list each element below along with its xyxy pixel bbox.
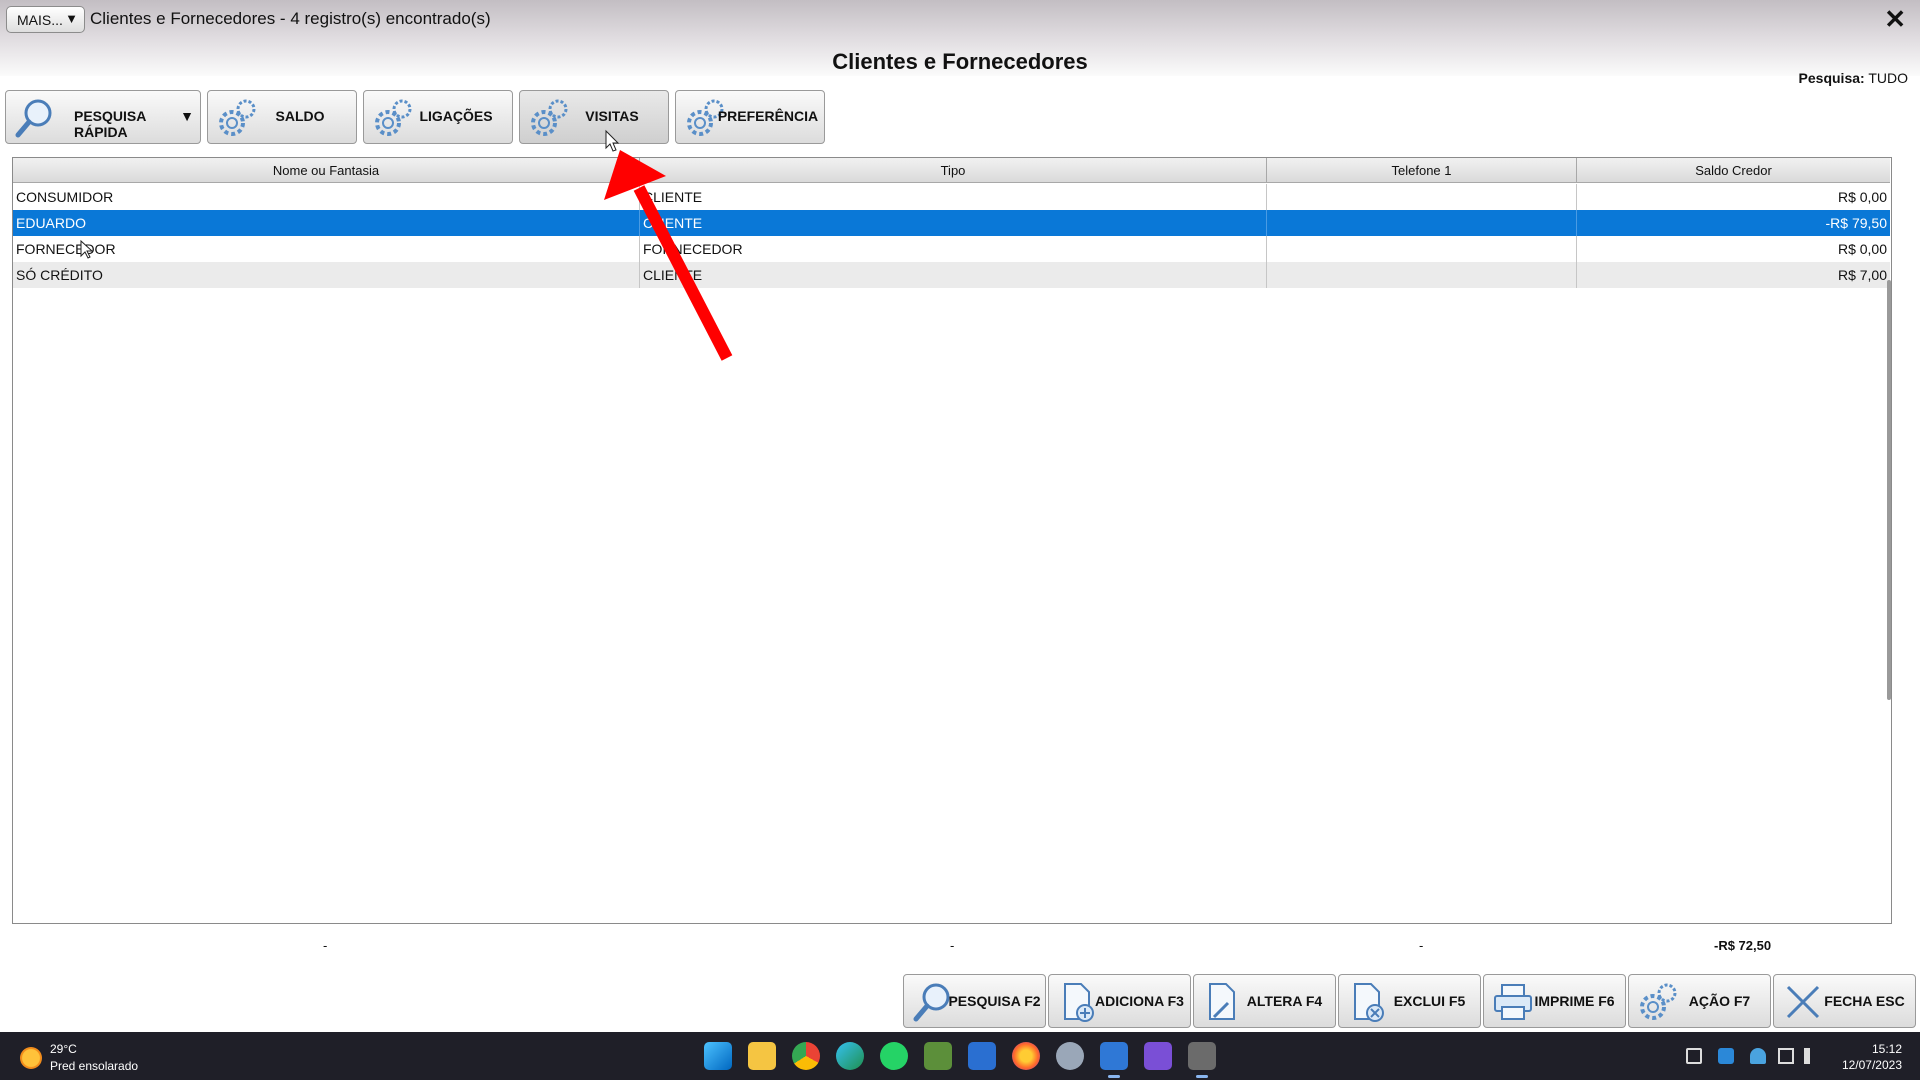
cell-saldo: -R$ 79,50 — [1825, 215, 1887, 231]
table-row[interactable]: CONSUMIDOR CLIENTE R$ 0,00 — [13, 184, 1890, 210]
altera-button[interactable]: ALTERA F4 — [1193, 974, 1336, 1028]
imprime-button[interactable]: IMPRIME F6 — [1483, 974, 1626, 1028]
acao-label: AÇÃO F7 — [1688, 993, 1751, 1009]
table-row[interactable]: FORNECEDOR FORNECEDOR R$ 0,00 — [13, 236, 1890, 262]
sun-icon — [20, 1047, 42, 1069]
fecha-label: FECHA ESC — [1824, 993, 1905, 1009]
mais-menu-label: MAIS... — [17, 11, 63, 28]
ligacoes-label: LIGAÇÕES — [419, 108, 493, 124]
table-header: Nome ou Fantasia Tipo Telefone 1 Saldo C… — [13, 158, 1890, 183]
cell-saldo: R$ 0,00 — [1837, 241, 1887, 257]
preferencia-button[interactable]: PREFERÊNCIA — [675, 90, 825, 144]
cloud-icon[interactable] — [1750, 1048, 1766, 1064]
erp-app-icon[interactable] — [1188, 1042, 1216, 1078]
imprime-label: IMPRIME F6 — [1534, 993, 1615, 1009]
column-header-tipo[interactable]: Tipo — [640, 158, 1267, 183]
clock-time: 15:12 — [1871, 1042, 1902, 1056]
search-scope-label: Pesquisa: — [1798, 70, 1865, 86]
cell-telefone — [1267, 210, 1577, 236]
network-icon[interactable] — [1778, 1048, 1794, 1064]
vertical-scrollbar[interactable] — [1887, 280, 1891, 700]
firefox-icon[interactable] — [1012, 1042, 1040, 1070]
remote-app-icon[interactable] — [968, 1042, 996, 1070]
volume-icon[interactable] — [1804, 1048, 1820, 1064]
exclui-button[interactable]: EXCLUI F5 — [1338, 974, 1481, 1028]
search-scope-value: TUDO — [1868, 70, 1908, 86]
weather-condition: Pred ensolarado — [50, 1059, 139, 1073]
settings-icon[interactable] — [1056, 1042, 1084, 1070]
quick-search-label: PESQUISA RÁPIDA — [74, 108, 146, 140]
saldo-label: SALDO — [275, 108, 325, 124]
taskbar: 29°C Pred ensolarado 15:12 12/07/2023 — [0, 1032, 1920, 1080]
whatsapp-icon[interactable] — [880, 1042, 908, 1070]
cell-tipo: FORNECEDOR — [640, 236, 1267, 262]
pesquisa-label: PESQUISA F2 — [948, 993, 1041, 1009]
cell-nome: EDUARDO — [13, 210, 640, 236]
column-header-telefone[interactable]: Telefone 1 — [1267, 158, 1577, 183]
notepad-icon[interactable] — [1100, 1042, 1128, 1078]
quick-search-button[interactable]: PESQUISA RÁPIDA ▼ — [5, 90, 201, 144]
cell-saldo: R$ 0,00 — [1837, 189, 1887, 205]
weather-temperature: 29°C — [50, 1042, 77, 1056]
file-explorer-icon[interactable] — [748, 1042, 776, 1070]
cell-telefone — [1267, 236, 1577, 262]
cell-tipo: CLIENTE — [640, 210, 1267, 236]
title-bar: MAIS... ▼ Clientes e Fornecedores - 4 re… — [0, 0, 1920, 86]
chevron-down-icon: ▼ — [65, 11, 78, 26]
chrome-icon[interactable] — [792, 1042, 820, 1070]
window-title: Clientes e Fornecedores - 4 registro(s) … — [90, 9, 491, 28]
preferencia-label: PREFERÊNCIA — [717, 108, 819, 124]
total-telefone: - — [1419, 938, 1424, 953]
records-table: Nome ou Fantasia Tipo Telefone 1 Saldo C… — [12, 157, 1892, 924]
adiciona-button[interactable]: ADICIONA F3 — [1048, 974, 1191, 1028]
table-row[interactable]: SÓ CRÉDITO CLIENTE R$ 7,00 — [13, 262, 1890, 288]
cell-nome: CONSUMIDOR — [13, 184, 640, 210]
video-app-icon[interactable] — [1144, 1042, 1172, 1070]
saldo-button[interactable]: SALDO — [207, 90, 357, 144]
total-tipo: - — [950, 938, 955, 953]
cell-nome: SÓ CRÉDITO — [13, 262, 640, 288]
fecha-button[interactable]: FECHA ESC — [1773, 974, 1916, 1028]
total-saldo: -R$ 72,50 — [1714, 938, 1772, 953]
ligacoes-button[interactable]: LIGAÇÕES — [363, 90, 513, 144]
shield-icon[interactable] — [1718, 1048, 1734, 1064]
cell-nome: FORNECEDOR — [13, 236, 640, 262]
mais-menu-button[interactable]: MAIS... ▼ — [6, 6, 85, 33]
total-nome: - — [323, 938, 328, 953]
cell-saldo: R$ 7,00 — [1837, 267, 1887, 283]
clock-date: 12/07/2023 — [1841, 1058, 1902, 1072]
spreadsheet-app-icon[interactable] — [924, 1042, 952, 1070]
page-title: Clientes e Fornecedores — [832, 49, 1088, 74]
usb-icon[interactable] — [1686, 1048, 1702, 1064]
column-header-nome[interactable]: Nome ou Fantasia — [13, 158, 640, 183]
windows-start-icon[interactable] — [704, 1042, 732, 1070]
search-icon — [15, 99, 52, 138]
cell-tipo: CLIENTE — [640, 184, 1267, 210]
visitas-button[interactable]: VISITAS — [519, 90, 669, 144]
cell-telefone — [1267, 184, 1577, 210]
cell-telefone — [1267, 262, 1577, 288]
altera-label: ALTERA F4 — [1246, 993, 1323, 1009]
visitas-label: VISITAS — [585, 108, 639, 124]
close-icon[interactable]: ✕ — [1884, 4, 1906, 35]
search-scope: Pesquisa: TUDO — [1799, 70, 1908, 86]
cell-tipo: CLIENTE — [640, 262, 1267, 288]
table-row-selected[interactable]: EDUARDO CLIENTE -R$ 79,50 — [13, 210, 1890, 236]
chevron-down-icon[interactable]: ▼ — [180, 108, 194, 124]
adiciona-label: ADICIONA F3 — [1095, 993, 1184, 1009]
column-header-saldo[interactable]: Saldo Credor — [1577, 158, 1890, 183]
pesquisa-button[interactable]: PESQUISA F2 — [903, 974, 1046, 1028]
exclui-label: EXCLUI F5 — [1393, 993, 1466, 1009]
system-clock[interactable]: 15:12 12/07/2023 — [1842, 1041, 1902, 1073]
edge-icon[interactable] — [836, 1042, 864, 1070]
acao-button[interactable]: AÇÃO F7 — [1628, 974, 1771, 1028]
